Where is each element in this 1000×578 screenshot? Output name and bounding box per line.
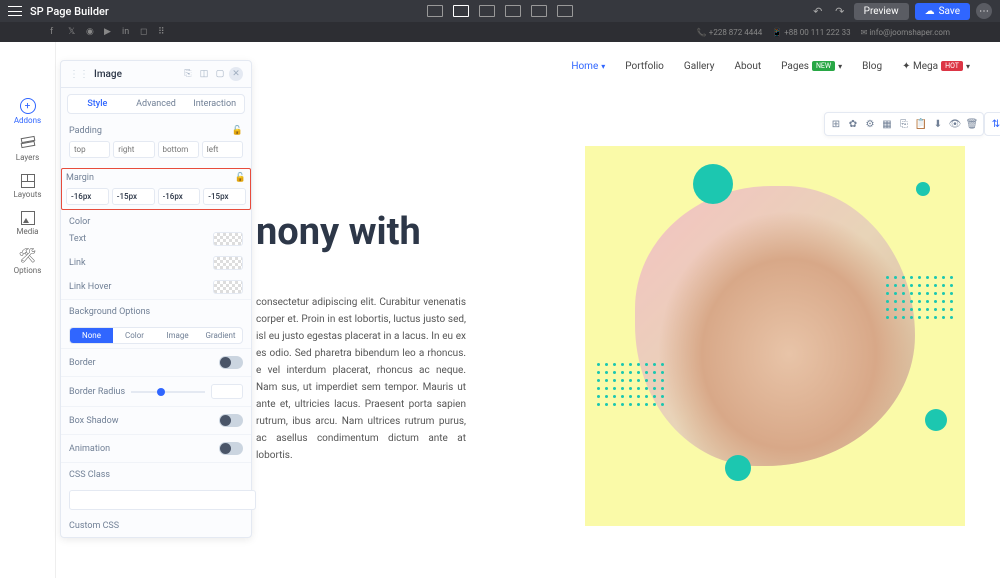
main-nav: Home ▾ Portfolio Gallery About Pages NEW ▾ Bl… — [541, 42, 1000, 90]
nav-about[interactable]: About — [735, 61, 762, 72]
body-text: consectetur adipiscing elit. Curabitur v… — [256, 294, 466, 464]
copy-icon[interactable]: ⎘ — [181, 67, 195, 81]
nav-home[interactable]: Home ▾ — [571, 61, 605, 72]
device-switcher — [427, 5, 573, 17]
undo-icon[interactable]: ↶ — [810, 3, 826, 19]
settings-icon[interactable]: ✿ — [845, 116, 861, 132]
expand-icon[interactable]: ▢ — [213, 67, 227, 81]
facebook-icon[interactable]: f — [50, 27, 60, 37]
linkedin-icon[interactable]: in — [122, 27, 132, 37]
nav-gallery[interactable]: Gallery — [684, 61, 715, 72]
toggle-toolbar[interactable]: ⇅ — [984, 112, 1000, 136]
phone2: 📱 +88 00 111 222 33 — [772, 28, 850, 37]
device-tablet-l-icon[interactable] — [479, 5, 495, 17]
nav-blog[interactable]: Blog — [862, 61, 882, 72]
flickr-icon[interactable]: ⠿ — [158, 27, 168, 37]
nav-pages[interactable]: Pages NEW ▾ — [781, 61, 842, 72]
duplicate-icon[interactable]: ⎘ — [896, 116, 912, 132]
dock-icon[interactable]: ◫ — [197, 67, 211, 81]
rail-layouts[interactable]: Layouts — [0, 168, 55, 205]
rail-layers[interactable]: Layers — [0, 131, 55, 168]
device-mobile-icon[interactable] — [557, 5, 573, 17]
youtube-icon[interactable]: ▶ — [104, 27, 114, 37]
element-toolbar: ⊞ ✿ ⚙ ▦ ⎘ 📋 ⬇ 👁 🗑 — [824, 112, 984, 136]
device-desktop-icon[interactable] — [427, 5, 443, 17]
device-laptop-icon[interactable] — [453, 5, 469, 17]
visibility-icon[interactable]: 👁 — [947, 116, 963, 132]
phone1: 📞 +228 872 4444 — [697, 28, 762, 37]
more-icon[interactable]: ⋯ — [976, 3, 992, 19]
instagram-icon[interactable]: ◻ — [140, 27, 150, 37]
columns-icon[interactable]: ▦ — [879, 116, 895, 132]
rail-addons[interactable]: +Addons — [0, 92, 55, 131]
add-icon[interactable]: ⊞ — [828, 116, 844, 132]
device-mobile-l-icon[interactable] — [531, 5, 547, 17]
email: ✉ info@joomshaper.com — [861, 28, 950, 37]
code-icon[interactable]: ⚙ — [862, 116, 878, 132]
save-section-icon[interactable]: ⬇ — [930, 116, 946, 132]
preview-button[interactable]: Preview — [854, 3, 909, 20]
pinterest-icon[interactable]: ◉ — [86, 27, 96, 37]
save-label: Save — [939, 6, 960, 17]
twitter-icon[interactable]: 𝕏 — [68, 27, 78, 37]
rail-media[interactable]: Media — [0, 205, 55, 242]
hero-image[interactable] — [585, 146, 965, 526]
device-tablet-icon[interactable] — [505, 5, 521, 17]
close-icon[interactable]: ✕ — [229, 67, 243, 81]
nav-mega[interactable]: ✦ Mega HOT ▾ — [902, 61, 970, 72]
paste-icon[interactable]: 📋 — [913, 116, 929, 132]
delete-icon[interactable]: 🗑 — [964, 116, 980, 132]
redo-icon[interactable]: ↷ — [832, 3, 848, 19]
rail-options[interactable]: 🛠Options — [0, 242, 55, 281]
drag-handle-icon[interactable]: ⋮⋮ — [69, 69, 89, 80]
app-title: SP Page Builder — [30, 5, 109, 18]
nav-portfolio[interactable]: Portfolio — [625, 61, 664, 72]
panel-title: Image — [94, 69, 122, 80]
menu-icon[interactable] — [8, 6, 22, 16]
save-button[interactable]: ☁ Save — [915, 3, 970, 20]
